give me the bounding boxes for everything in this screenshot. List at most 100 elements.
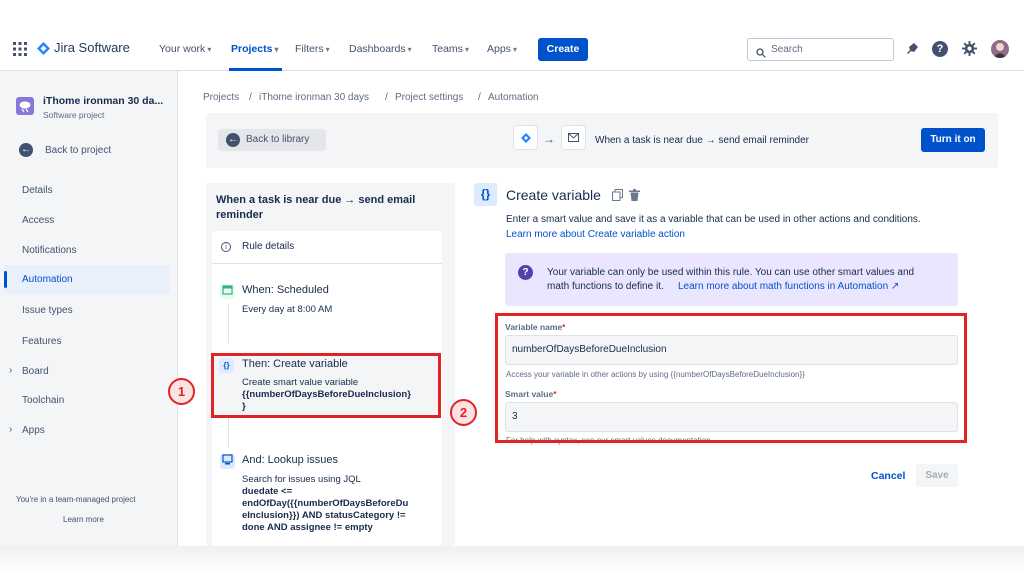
user-avatar[interactable] <box>991 40 1009 58</box>
curly-braces-icon: {} <box>474 183 497 206</box>
sidebar-item-apps[interactable]: Apps <box>22 425 45 436</box>
create-variable-learn-more-link[interactable]: Learn more about Create variable action <box>506 229 685 240</box>
and-step-jql-line: endOfDay({{numberOfDaysBeforeDu <box>242 498 409 509</box>
jira-logo-icon[interactable] <box>37 42 50 55</box>
breadcrumb-project[interactable]: iThome ironman 30 days <box>259 92 369 103</box>
sidebar-item-board[interactable]: Board <box>22 366 49 377</box>
rule-flow-title-line2: reminder <box>216 209 264 221</box>
project-type: Software project <box>43 110 105 120</box>
info-message-panel: ? Your variable can only be used within … <box>505 253 958 306</box>
bottom-fade <box>0 546 1024 576</box>
panel-title: Create variable <box>506 187 601 203</box>
jira-logo-text[interactable]: Jira Software <box>54 40 130 55</box>
sidebar-item-details[interactable]: Details <box>22 185 53 196</box>
email-icon <box>561 125 586 150</box>
top-navigation: Jira Software Your work ▾ Projects ▾ Filte… <box>0 28 1024 71</box>
highlight-box-variable-fields <box>495 313 967 443</box>
chevron-down-icon: ▾ <box>464 45 469 54</box>
and-step-jql-line: eInclusion}}) AND statusCategory != <box>242 510 406 521</box>
chevron-right-icon[interactable]: › <box>9 365 12 376</box>
settings-gear-icon[interactable] <box>962 41 977 61</box>
breadcrumb-separator: / <box>478 92 481 103</box>
save-button[interactable]: Save <box>916 464 958 487</box>
nav-projects[interactable]: Projects ▾ <box>231 43 278 55</box>
search-placeholder: Search <box>771 44 803 55</box>
back-to-library-button[interactable]: ← Back to library <box>218 129 326 151</box>
learn-more-link[interactable]: Learn more <box>63 515 104 524</box>
when-scheduled-step[interactable]: When: Scheduled Every day at 8:00 AM <box>216 280 438 320</box>
cancel-button[interactable]: Cancel <box>871 470 905 482</box>
breadcrumb-separator: / <box>249 92 252 103</box>
nav-dashboards[interactable]: Dashboards ▾ <box>349 43 412 55</box>
trash-icon[interactable] <box>629 188 640 206</box>
save-button-label: Save <box>925 470 949 481</box>
sidebar-active-indicator <box>4 271 7 288</box>
info-message-line1: Your variable can only be used within th… <box>547 267 915 278</box>
project-avatar[interactable] <box>16 97 34 115</box>
project-sidebar: iThome ironman 30 da... Software project… <box>0 71 178 546</box>
and-step-jql-line: done AND assignee != empty <box>242 522 373 533</box>
nav-your-work[interactable]: Your work ▾ <box>159 43 211 55</box>
nav-filters-label: Filters <box>295 43 324 55</box>
when-step-desc: Every day at 8:00 AM <box>242 304 333 315</box>
nav-dashboards-label: Dashboards <box>349 43 406 55</box>
panel-description: Enter a smart value and save it as a var… <box>506 214 921 225</box>
app-switcher-icon[interactable] <box>13 42 27 56</box>
chevron-down-icon: ▾ <box>407 45 412 54</box>
sidebar-item-issue-types[interactable]: Issue types <box>22 305 73 316</box>
nav-your-work-label: Your work <box>159 43 206 55</box>
lookup-issues-icon <box>220 454 235 469</box>
back-to-project-link[interactable]: ← Back to project <box>19 143 159 159</box>
breadcrumb-projects[interactable]: Projects <box>203 92 239 103</box>
breadcrumb-project-settings[interactable]: Project settings <box>395 92 463 103</box>
rule-details-label: Rule details <box>242 241 295 252</box>
nav-teams[interactable]: Teams ▾ <box>432 43 469 55</box>
chevron-down-icon: ▾ <box>207 45 212 54</box>
create-button[interactable]: Create <box>538 38 588 61</box>
arrow-right-icon: → <box>543 132 555 146</box>
chevron-down-icon: ▾ <box>274 45 279 54</box>
and-step-jql-line: duedate <= <box>242 486 293 497</box>
rule-flow-title-line1: When a task is near due → send email <box>216 194 416 206</box>
chevron-down-icon: ▾ <box>512 45 517 54</box>
nav-apps-label: Apps <box>487 43 511 55</box>
sidebar-item-notifications[interactable]: Notifications <box>22 245 76 256</box>
arrow-left-circle-icon: ← <box>226 133 240 147</box>
annotation-badge-2: 2 <box>450 399 477 426</box>
team-managed-note: You're in a team-managed project <box>16 495 136 504</box>
sidebar-item-toolchain[interactable]: Toolchain <box>22 395 64 406</box>
breadcrumb-separator: / <box>385 92 388 103</box>
nav-active-indicator <box>229 68 282 71</box>
nav-projects-label: Projects <box>231 43 273 55</box>
and-lookup-issues-step[interactable]: And: Lookup issues Search for issues usi… <box>216 451 438 541</box>
and-step-desc: Search for issues using JQL <box>242 474 361 485</box>
calendar-icon <box>220 284 235 299</box>
trigger-diamond-icon <box>513 125 538 150</box>
rule-details-item[interactable]: i Rule details <box>212 231 442 264</box>
app-root: Jira Software Your work ▾ Projects ▾ Filte… <box>0 0 1024 576</box>
turn-it-on-button[interactable]: Turn it on <box>921 128 985 152</box>
sidebar-item-access[interactable]: Access <box>22 215 54 226</box>
info-message-line2: math functions to define it. <box>547 281 664 292</box>
notifications-icon[interactable] <box>905 42 919 61</box>
nav-apps[interactable]: Apps ▾ <box>487 43 517 55</box>
duplicate-icon[interactable] <box>612 188 623 206</box>
arrow-left-circle-icon: ← <box>19 143 33 157</box>
question-icon: ? <box>518 265 533 280</box>
sidebar-item-features[interactable]: Features <box>22 336 61 347</box>
sidebar-item-automation[interactable]: Automation <box>22 274 73 285</box>
nav-filters[interactable]: Filters ▾ <box>295 43 330 55</box>
back-to-library-label: Back to library <box>246 134 310 145</box>
info-icon: i <box>221 242 231 252</box>
annotation-badge-1: 1 <box>168 378 195 405</box>
highlight-box-then-step <box>211 353 441 418</box>
rule-header-panel: ← Back to library → When a task is near … <box>206 113 998 168</box>
and-step-title: And: Lookup issues <box>242 454 339 466</box>
project-name[interactable]: iThome ironman 30 da... <box>43 95 163 107</box>
breadcrumb-automation[interactable]: Automation <box>488 92 539 103</box>
math-functions-learn-more-link[interactable]: Learn more about math functions in Autom… <box>678 281 899 292</box>
chevron-right-icon[interactable]: › <box>9 424 12 435</box>
help-icon[interactable]: ? <box>932 41 948 57</box>
search-input[interactable]: Search <box>747 38 894 61</box>
nav-teams-label: Teams <box>432 43 463 55</box>
